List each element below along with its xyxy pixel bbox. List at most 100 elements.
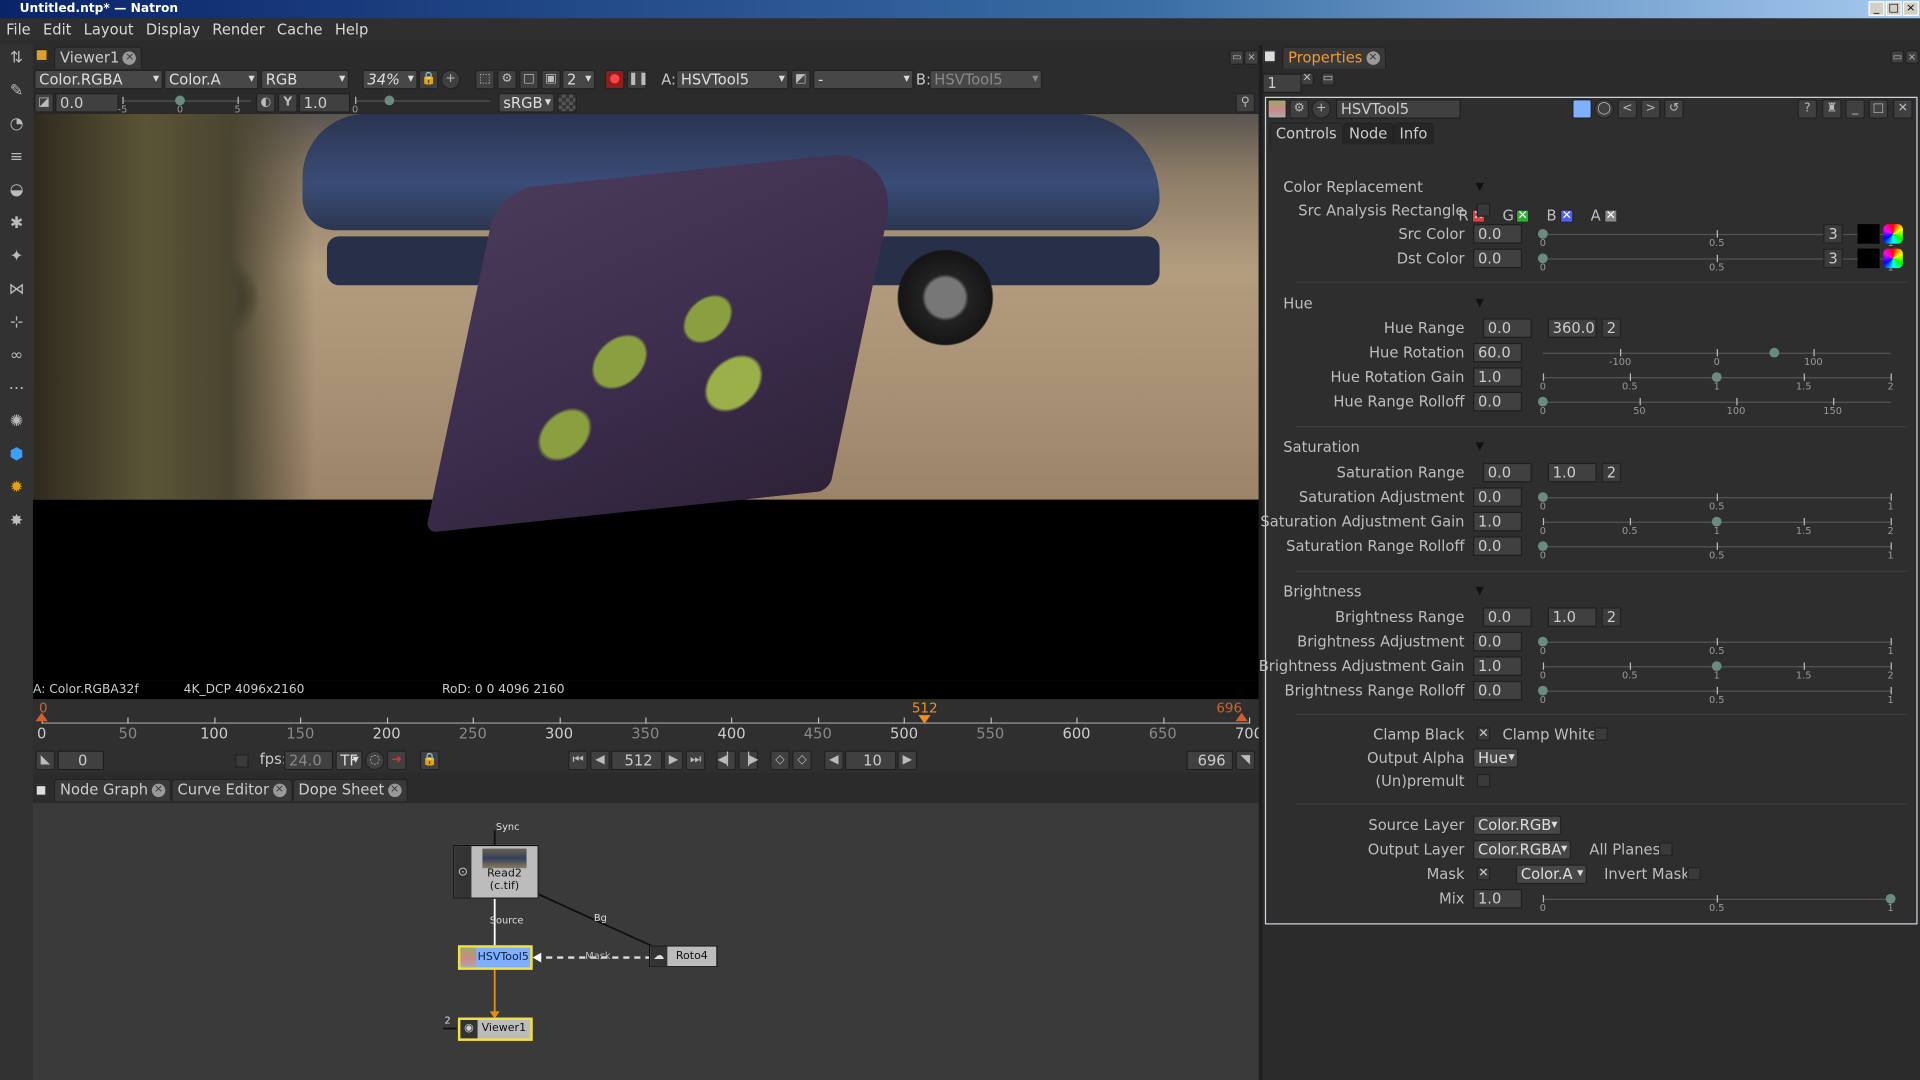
float-pane-button[interactable]: ▭ — [1890, 50, 1905, 64]
slider-handle[interactable] — [1537, 253, 1548, 264]
source-layer-select[interactable]: Color.RGB — [1473, 815, 1562, 836]
dimensions-button[interactable]: 2 — [1601, 607, 1622, 627]
colorspace-select[interactable]: sRGB — [498, 93, 555, 113]
wipe-icon[interactable]: ◩ — [791, 69, 811, 90]
max-panels-field[interactable]: 1 — [1262, 73, 1302, 94]
input-a-select[interactable]: HSVTool5 — [675, 69, 789, 90]
set-in-point-icon[interactable]: ◣ — [35, 750, 56, 771]
slider-handle[interactable] — [1769, 347, 1780, 358]
close-pane-button[interactable]: × — [1244, 50, 1259, 65]
menu-display[interactable]: Display — [140, 18, 206, 40]
clip-to-project-icon[interactable]: □ — [519, 69, 539, 90]
viewer-canvas[interactable] — [33, 113, 1259, 681]
slider-handle[interactable] — [1537, 541, 1548, 552]
slider[interactable]: -100 0 100 — [1542, 345, 1891, 369]
mix-field[interactable]: 1.0 — [1473, 888, 1523, 909]
close-panel-icon[interactable]: ✕ — [1893, 99, 1913, 119]
color-wheel-icon[interactable] — [1883, 224, 1903, 244]
tab-node[interactable]: Node — [1342, 122, 1394, 145]
openfx-icon[interactable]: ⬢ — [5, 443, 28, 466]
merge-icon[interactable]: ⋈ — [5, 278, 28, 301]
saturation-range-max-field[interactable]: 1.0 — [1547, 462, 1597, 483]
add-icon[interactable]: + — [1311, 99, 1332, 119]
close-icon[interactable]: × — [1366, 51, 1380, 65]
color-icon[interactable]: ◒ — [5, 179, 28, 202]
tab-controls[interactable]: Controls — [1269, 122, 1343, 145]
transform-tool-icon[interactable]: ⊹ — [5, 311, 28, 334]
set-out-point-icon[interactable]: ◥ — [1235, 750, 1256, 771]
gain-toggle-icon[interactable]: ◪ — [34, 93, 54, 113]
gain-slider[interactable]: -5 0 5 — [118, 93, 252, 115]
node-color-button[interactable] — [1572, 99, 1592, 119]
slider-handle[interactable] — [1711, 516, 1722, 527]
end-frame-field[interactable]: 696 — [1186, 750, 1234, 771]
slider[interactable]: 0 0.5 1 1.5 2 — [1540, 370, 1894, 394]
collapse-arrow-icon[interactable]: ▼ — [1476, 181, 1484, 193]
gmic-icon[interactable]: ✺ — [5, 410, 28, 433]
checkerboard-icon[interactable] — [557, 93, 577, 113]
start-frame-field[interactable]: 0 — [57, 750, 105, 771]
auto-contrast-icon[interactable]: ◐ — [255, 93, 276, 113]
dimensions-button[interactable]: 3 — [1823, 224, 1843, 244]
slider[interactable]: 0 0.5 1 1.5 2 — [1540, 659, 1894, 683]
alpha-channel-select[interactable]: Color.A — [164, 69, 259, 90]
channel-g-checkbox[interactable]: ✕ — [1515, 209, 1530, 223]
timeline-ruler[interactable]: 0 50 100 150 200 250 300 350 400 450 500 550 600 650 7… — [35, 699, 1263, 748]
mask-checkbox[interactable]: ✕ — [1476, 866, 1491, 881]
next-keyframe-button[interactable]: ◇ — [792, 750, 812, 771]
slider-handle[interactable] — [1711, 661, 1722, 672]
dimensions-button[interactable]: 3 — [1823, 248, 1843, 269]
tab-curve-editor[interactable]: Curve Editor × — [171, 778, 293, 801]
slider[interactable]: 00.51 — [1537, 490, 1894, 514]
proxy-icon[interactable]: ▣ — [541, 69, 561, 90]
menu-help[interactable]: Help — [329, 18, 375, 40]
gamma-toggle[interactable]: Y — [277, 93, 298, 113]
tab-info[interactable]: Info — [1393, 122, 1434, 145]
paint-brush-icon[interactable]: ✎ — [5, 80, 28, 103]
color-wheel-icon[interactable] — [1883, 248, 1903, 269]
fps-field[interactable]: 24.0 — [284, 750, 334, 771]
output-alpha-select[interactable]: Hue — [1473, 748, 1519, 768]
restore-defaults-icon[interactable]: ↺ — [1664, 99, 1684, 119]
menu-render[interactable]: Render — [206, 18, 271, 40]
node-viewer1[interactable]: ◉ Viewer1 — [457, 1017, 533, 1041]
previous-keyframe-button[interactable]: ◇ — [770, 750, 790, 771]
node-graph[interactable]: Sync Source Bg Mask 2 ⊙ Read2 (c.tif) HS… — [33, 803, 1259, 1080]
clamp-white-checkbox[interactable] — [1594, 727, 1608, 741]
slider-handle[interactable] — [1537, 685, 1548, 696]
turbo-mode-icon[interactable]: ➔ — [386, 750, 407, 771]
slider[interactable]: 00.51 — [1540, 891, 1896, 915]
transform-icon[interactable]: ⇅ — [5, 47, 28, 70]
zoom-select[interactable]: 34% — [362, 69, 418, 90]
color-swatch[interactable] — [1857, 248, 1880, 269]
extra-icon[interactable]: ✹ — [5, 476, 28, 499]
node-name-field[interactable]: HSVTool5 — [1335, 99, 1461, 119]
time-icon[interactable]: ◔ — [5, 113, 28, 136]
minimize-panel-icon[interactable]: _ — [1845, 99, 1865, 119]
node-hsvtool5[interactable]: HSVTool5 — [457, 945, 533, 970]
previous-frame-button[interactable]: ◀▏ — [716, 750, 736, 771]
hue-range-min-field[interactable]: 0.0 — [1482, 318, 1532, 338]
brightness-range-max-field[interactable]: 1.0 — [1547, 607, 1597, 627]
tab-viewer1[interactable]: Viewer1 × — [53, 46, 143, 69]
timeline-marker-current-frame[interactable]: 512 — [912, 700, 938, 716]
slider[interactable]: 00.51 — [1537, 539, 1894, 563]
brightness-range-rolloff-field[interactable]: 0.0 — [1473, 680, 1523, 701]
brightness-range-min-field[interactable]: 0.0 — [1482, 607, 1532, 627]
minimize-button[interactable]: _ — [1868, 1, 1885, 16]
close-icon[interactable]: × — [151, 783, 166, 798]
slider[interactable]: 00.51 — [1537, 683, 1894, 707]
first-frame-button[interactable]: ⏮ — [568, 750, 588, 771]
hue-rotation-gain-field[interactable]: 1.0 — [1473, 367, 1523, 387]
menu-edit[interactable]: Edit — [37, 18, 78, 40]
saturation-adjustment-field[interactable]: 0.0 — [1473, 487, 1523, 507]
close-icon[interactable]: × — [387, 783, 402, 798]
pane-menu-icon[interactable] — [35, 784, 47, 796]
lock-icon[interactable]: 🔒 — [418, 69, 439, 90]
slider[interactable]: 0 0.5 1 1.5 2 — [1540, 514, 1894, 538]
maximize-button[interactable]: □ — [1885, 1, 1902, 16]
layer-select[interactable]: Color.RGBA — [34, 69, 163, 90]
close-icon[interactable]: × — [272, 783, 287, 798]
collapse-arrow-icon[interactable]: ▼ — [1476, 298, 1484, 310]
menu-layout[interactable]: Layout — [78, 18, 140, 40]
